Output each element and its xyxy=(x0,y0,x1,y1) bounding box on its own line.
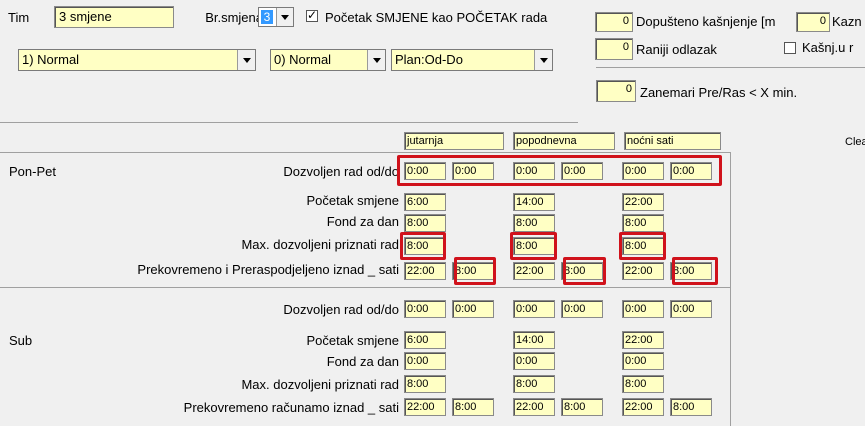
chevron-down-icon[interactable] xyxy=(276,8,293,26)
sub-prekovremeno-do-popodnevna[interactable]: 8:00 xyxy=(561,398,603,416)
br-smjena-select[interactable]: 3 xyxy=(258,7,294,27)
ponpet-pocetak-nocni[interactable]: 22:00 xyxy=(622,193,664,211)
column-header-popodnevna: popodnevna xyxy=(513,132,615,150)
ponpet-fond-jutarnja[interactable]: 8:00 xyxy=(404,214,446,232)
divider xyxy=(730,152,731,426)
row-label-prekovremeno: Prekovremeno i Preraspodjeljeno iznad _ … xyxy=(137,262,399,277)
sub-dozvoljen-od-nocni[interactable]: 0:00 xyxy=(622,300,664,318)
row-label-pocetak: Početak smjene xyxy=(306,333,400,348)
sub-fond-nocni[interactable]: 0:00 xyxy=(622,352,664,370)
divider xyxy=(0,122,578,123)
sub-dozvoljen-od-popodnevna[interactable]: 0:00 xyxy=(513,300,555,318)
chevron-down-icon[interactable] xyxy=(534,50,552,70)
chevron-down-icon[interactable] xyxy=(367,50,385,70)
sub-pocetak-popodnevna[interactable]: 14:00 xyxy=(513,331,555,349)
ponpet-pocetak-jutarnja[interactable]: 6:00 xyxy=(404,193,446,211)
raniji-field[interactable]: 0 xyxy=(595,38,633,60)
sub-prekovremeno-od-jutarnja[interactable]: 22:00 xyxy=(404,398,446,416)
ponpet-fond-popodnevna[interactable]: 8:00 xyxy=(513,214,555,232)
section-label-sub: Sub xyxy=(9,333,33,348)
sub-dozvoljen-do-popodnevna[interactable]: 0:00 xyxy=(561,300,603,318)
sub-prekovremeno-do-nocni[interactable]: 8:00 xyxy=(670,398,712,416)
dopusteno-field[interactable]: 0 xyxy=(595,12,633,32)
sub-fond-jutarnja[interactable]: 0:00 xyxy=(404,352,446,370)
mode-select-1-value: 1) Normal xyxy=(22,52,80,67)
ponpet-prekovremeno-od-jutarnja[interactable]: 22:00 xyxy=(404,262,446,280)
row-label-prekovremeno: Prekovremeno računamo iznad _ sati xyxy=(183,400,399,415)
highlight-box xyxy=(510,232,557,260)
br-smjena-label: Br.smjena xyxy=(205,10,263,25)
mode-select-2-value: 0) Normal xyxy=(274,52,332,67)
sub-fond-popodnevna[interactable]: 0:00 xyxy=(513,352,555,370)
row-label-max: Max. dozvoljeni priznati rad xyxy=(241,237,399,252)
mode-select-1[interactable]: 1) Normal xyxy=(18,49,256,71)
row-label-fond: Fond za dan xyxy=(326,354,399,369)
sub-dozvoljen-od-jutarnja[interactable]: 0:00 xyxy=(404,300,446,318)
sub-max-jutarnja[interactable]: 8:00 xyxy=(404,375,446,393)
br-smjena-value: 3 xyxy=(261,10,273,24)
kasnj-label: Kašnj.u r xyxy=(802,40,854,55)
row-label-dozvoljen: Dozvoljen rad od/do xyxy=(283,164,399,179)
highlight-box xyxy=(400,232,446,260)
row-label-fond: Fond za dan xyxy=(326,214,399,229)
divider xyxy=(596,67,865,68)
pocetak-checkbox[interactable] xyxy=(306,8,318,22)
highlight-box xyxy=(672,257,718,285)
raniji-label: Raniji odlazak xyxy=(636,42,717,57)
ponpet-pocetak-popodnevna[interactable]: 14:00 xyxy=(513,193,555,211)
highlight-box xyxy=(563,257,606,285)
sub-max-nocni[interactable]: 8:00 xyxy=(622,375,664,393)
column-header-nocni: noćni sati xyxy=(624,132,721,150)
tim-value: 3 smjene xyxy=(59,9,112,24)
sub-prekovremeno-od-popodnevna[interactable]: 22:00 xyxy=(513,398,555,416)
plan-select-value: Plan:Od-Do xyxy=(395,52,463,67)
column-header-jutarnja: jutarnja xyxy=(404,132,504,150)
zanemari-field[interactable]: 0 xyxy=(596,80,636,102)
pocetak-label: Početak SMJENE kao POČETAK rada xyxy=(325,10,548,25)
row-label-dozvoljen: Dozvoljen rad od/do xyxy=(283,302,399,317)
kazn-field[interactable]: 0 xyxy=(796,12,830,32)
chevron-down-icon[interactable] xyxy=(237,50,255,70)
row-label-max: Max. dozvoljeni priznati rad xyxy=(241,377,399,392)
sub-pocetak-jutarnja[interactable]: 6:00 xyxy=(404,331,446,349)
kasnj-checkbox[interactable] xyxy=(784,42,796,54)
plan-select[interactable]: Plan:Od-Do xyxy=(391,49,553,71)
highlight-box xyxy=(454,257,496,285)
clear-button[interactable]: Clea xyxy=(845,134,865,150)
zanemari-label: Zanemari Pre/Ras < X min. xyxy=(640,85,798,100)
highlight-box xyxy=(397,155,722,186)
sub-prekovremeno-od-nocni[interactable]: 22:00 xyxy=(622,398,664,416)
ponpet-prekovremeno-od-popodnevna[interactable]: 22:00 xyxy=(513,262,555,280)
sub-pocetak-nocni[interactable]: 22:00 xyxy=(622,331,664,349)
ponpet-fond-nocni[interactable]: 8:00 xyxy=(622,214,664,232)
sub-dozvoljen-do-nocni[interactable]: 0:00 xyxy=(670,300,712,318)
ponpet-prekovremeno-od-nocni[interactable]: 22:00 xyxy=(622,262,664,280)
tim-label: Tim xyxy=(8,10,30,25)
sub-dozvoljen-do-jutarnja[interactable]: 0:00 xyxy=(452,300,494,318)
divider xyxy=(0,152,730,153)
mode-select-2[interactable]: 0) Normal xyxy=(270,49,386,71)
divider xyxy=(0,287,730,288)
kazn-label: Kazn xyxy=(832,14,862,29)
highlight-box xyxy=(619,232,666,260)
dopusteno-label: Dopušteno kašnjenje [m xyxy=(636,14,776,29)
tim-field[interactable]: 3 smjene xyxy=(54,6,174,28)
sub-prekovremeno-do-jutarnja[interactable]: 8:00 xyxy=(452,398,494,416)
sub-max-popodnevna[interactable]: 8:00 xyxy=(513,375,555,393)
row-label-pocetak: Početak smjene xyxy=(306,193,400,208)
